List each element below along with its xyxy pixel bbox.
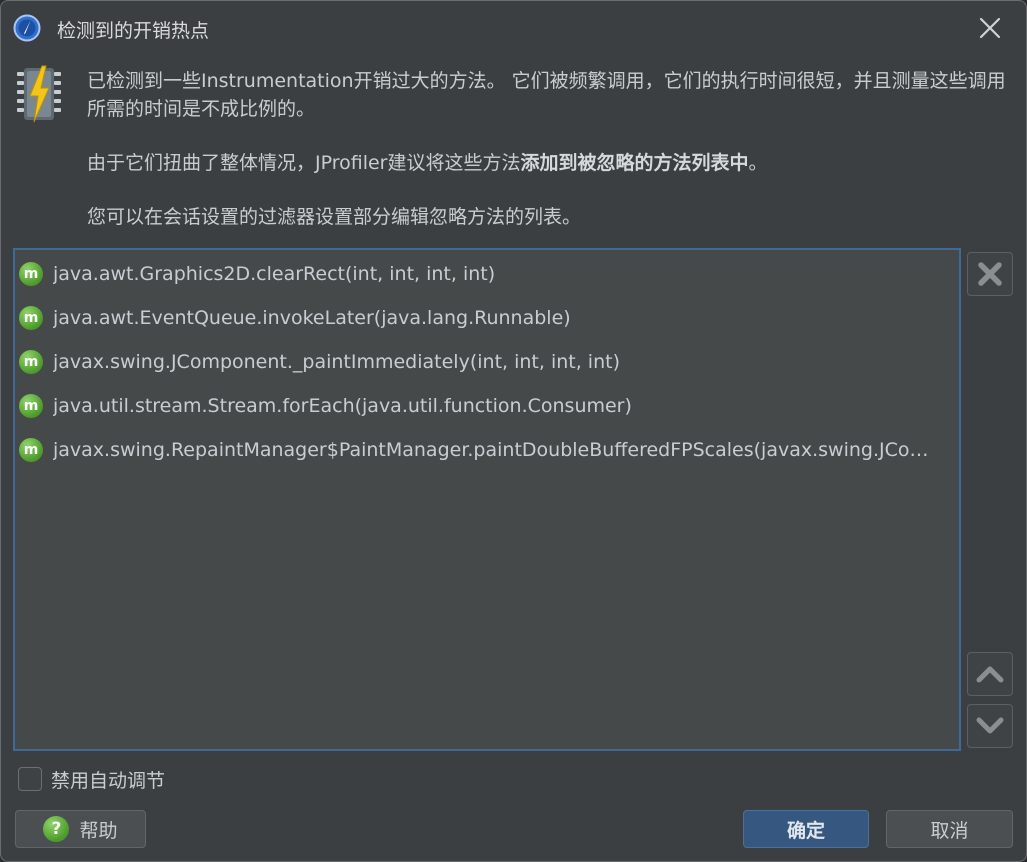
help-icon: ? [43,816,70,842]
move-down-icon [976,717,1004,734]
method-icon: m [19,306,43,330]
message-paragraph-2-suffix: 。 [748,152,768,174]
help-button-label: 帮助 [79,819,118,842]
move-down-button[interactable] [967,704,1013,748]
chip-lightning-icon [17,65,61,123]
method-icon: m [19,394,43,418]
message-paragraph-2-emphasis: 添加到被忽略的方法列表中 [520,152,749,174]
method-icon: m [19,438,43,462]
method-name: javax.swing.JComponent._paintImmediately… [53,351,620,373]
message-paragraph-3: 您可以在会话设置的过滤器设置部分编辑忽略方法的列表。 [87,206,582,228]
remove-button[interactable] [967,252,1013,296]
message-paragraph-2-prefix: 由于它们扭曲了整体情况，JProfiler建议将这些方法 [87,152,521,174]
disable-auto-tuning-checkbox[interactable] [18,767,42,791]
list-item[interactable]: m java.awt.Graphics2D.clearRect(int, int… [19,254,949,294]
method-name: java.awt.EventQueue.invokeLater(java.lan… [53,307,571,329]
cancel-button[interactable]: 取消 [886,810,1013,848]
move-up-icon [976,666,1004,683]
overhead-hotspots-dialog: 检测到的开销热点 已检测到一些Instrumentation开销过大的方法。 它… [0,0,1027,862]
message-paragraph-1: 已检测到一些Instrumentation开销过大的方法。 它们被频繁调用，它们… [87,70,1006,120]
list-item[interactable]: m javax.swing.JComponent._paintImmediate… [19,342,949,382]
method-name: java.awt.Graphics2D.clearRect(int, int, … [53,263,496,285]
message-paragraph-2: 由于它们扭曲了整体情况，JProfiler建议将这些方法添加到被忽略的方法列表中… [87,149,1007,177]
list-item[interactable]: m java.awt.EventQueue.invokeLater(java.l… [19,298,949,338]
ok-button[interactable]: 确定 [743,810,869,848]
method-list[interactable]: m java.awt.Graphics2D.clearRect(int, int… [13,248,961,751]
close-icon[interactable] [973,11,1007,45]
method-icon: m [19,350,43,374]
method-name: java.util.stream.Stream.forEach(java.uti… [53,395,632,417]
list-item[interactable]: m javax.swing.RepaintManager$PaintManage… [19,430,949,470]
method-icon: m [19,262,43,286]
disable-auto-tuning-option[interactable]: 禁用自动调节 [18,765,165,793]
disable-auto-tuning-label: 禁用自动调节 [51,769,166,792]
method-name: javax.swing.RepaintManager$PaintManager.… [53,439,943,461]
dialog-title: 检测到的开销热点 [57,20,210,42]
move-up-button[interactable] [967,652,1013,696]
list-item[interactable]: m java.util.stream.Stream.forEach(java.u… [19,386,949,426]
remove-x-icon [978,262,1002,286]
jprofiler-app-icon [13,14,41,42]
title-bar: 检测到的开销热点 [1,1,1026,55]
help-button[interactable]: ? 帮助 [15,810,146,848]
